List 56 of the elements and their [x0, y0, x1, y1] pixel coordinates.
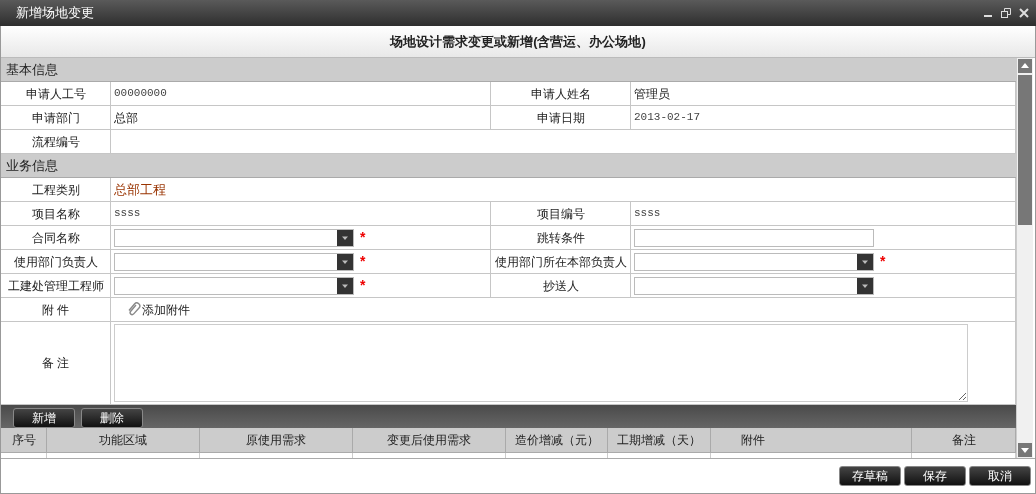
field-value: 2013-02-17: [634, 110, 700, 126]
form-title: 场地设计需求变更或新增(含营运、办公场地): [390, 32, 646, 51]
paperclip-icon: [126, 301, 142, 318]
toolbar-button[interactable]: 新增: [13, 408, 75, 428]
field-label: 备 注: [41, 355, 70, 372]
field-label: 使用部门所在本部负责人: [494, 253, 627, 271]
field-label: 流程编号: [31, 133, 80, 151]
field-label: 抄送人: [542, 277, 579, 295]
field-value: 总部工程: [114, 180, 166, 199]
close-icon[interactable]: [1018, 7, 1030, 19]
field-label: 工建处管理工程师: [7, 277, 104, 295]
input-field[interactable]: [634, 228, 874, 247]
column-header: 造价增减（元）: [514, 432, 599, 449]
footer-button[interactable]: 取消: [969, 465, 1031, 486]
required-mark: *: [360, 228, 366, 247]
field-value: ssss: [114, 206, 141, 222]
field-label: 附 件: [41, 301, 70, 319]
dropdown-field[interactable]: [634, 276, 874, 295]
dropdown-field[interactable]: [634, 252, 874, 271]
scrollbar-thumb[interactable]: [1018, 75, 1032, 225]
field-label: 申请日期: [536, 109, 585, 127]
section-title: 基本信息: [6, 60, 58, 79]
column-header: 序号: [11, 432, 36, 449]
field-label: 项目名称: [31, 205, 80, 223]
remarks-field[interactable]: [114, 324, 968, 402]
footer-button[interactable]: 保存: [904, 465, 966, 486]
field-value: 00000000: [114, 86, 167, 102]
dropdown-field[interactable]: [114, 228, 354, 247]
footer-button[interactable]: 存草稿: [839, 465, 901, 486]
required-mark: *: [880, 252, 886, 271]
dropdown-field[interactable]: [114, 252, 354, 271]
required-mark: *: [360, 252, 366, 271]
toolbar-button[interactable]: 删除: [81, 408, 143, 428]
field-value: 总部: [114, 109, 138, 127]
column-header: 功能区域: [99, 432, 147, 449]
field-label: 使用部门负责人: [13, 253, 98, 271]
field-label: 合同名称: [31, 229, 80, 247]
field-value: ssss: [634, 206, 661, 222]
column-header: 备注: [951, 432, 976, 449]
add-attachment-link[interactable]: 添加附件: [142, 300, 190, 319]
window-title: 新增场地变更: [16, 4, 94, 23]
field-label: 工程类别: [31, 181, 80, 199]
field-label: 跳转条件: [536, 229, 585, 247]
restore-icon[interactable]: [1000, 7, 1012, 19]
column-header: 附件: [741, 432, 765, 449]
column-header: 变更后使用需求: [387, 432, 471, 449]
field-label: 申请人姓名: [530, 85, 591, 103]
field-label: 项目编号: [536, 205, 585, 223]
column-header: 工期增减（天）: [617, 432, 701, 449]
dropdown-field[interactable]: [114, 276, 354, 295]
field-label: 申请部门: [31, 109, 80, 127]
field-label: 申请人工号: [25, 85, 86, 103]
column-header: 原使用需求: [246, 432, 306, 449]
section-title: 业务信息: [6, 156, 58, 175]
required-mark: *: [360, 276, 366, 295]
field-value: 管理员: [634, 85, 670, 103]
